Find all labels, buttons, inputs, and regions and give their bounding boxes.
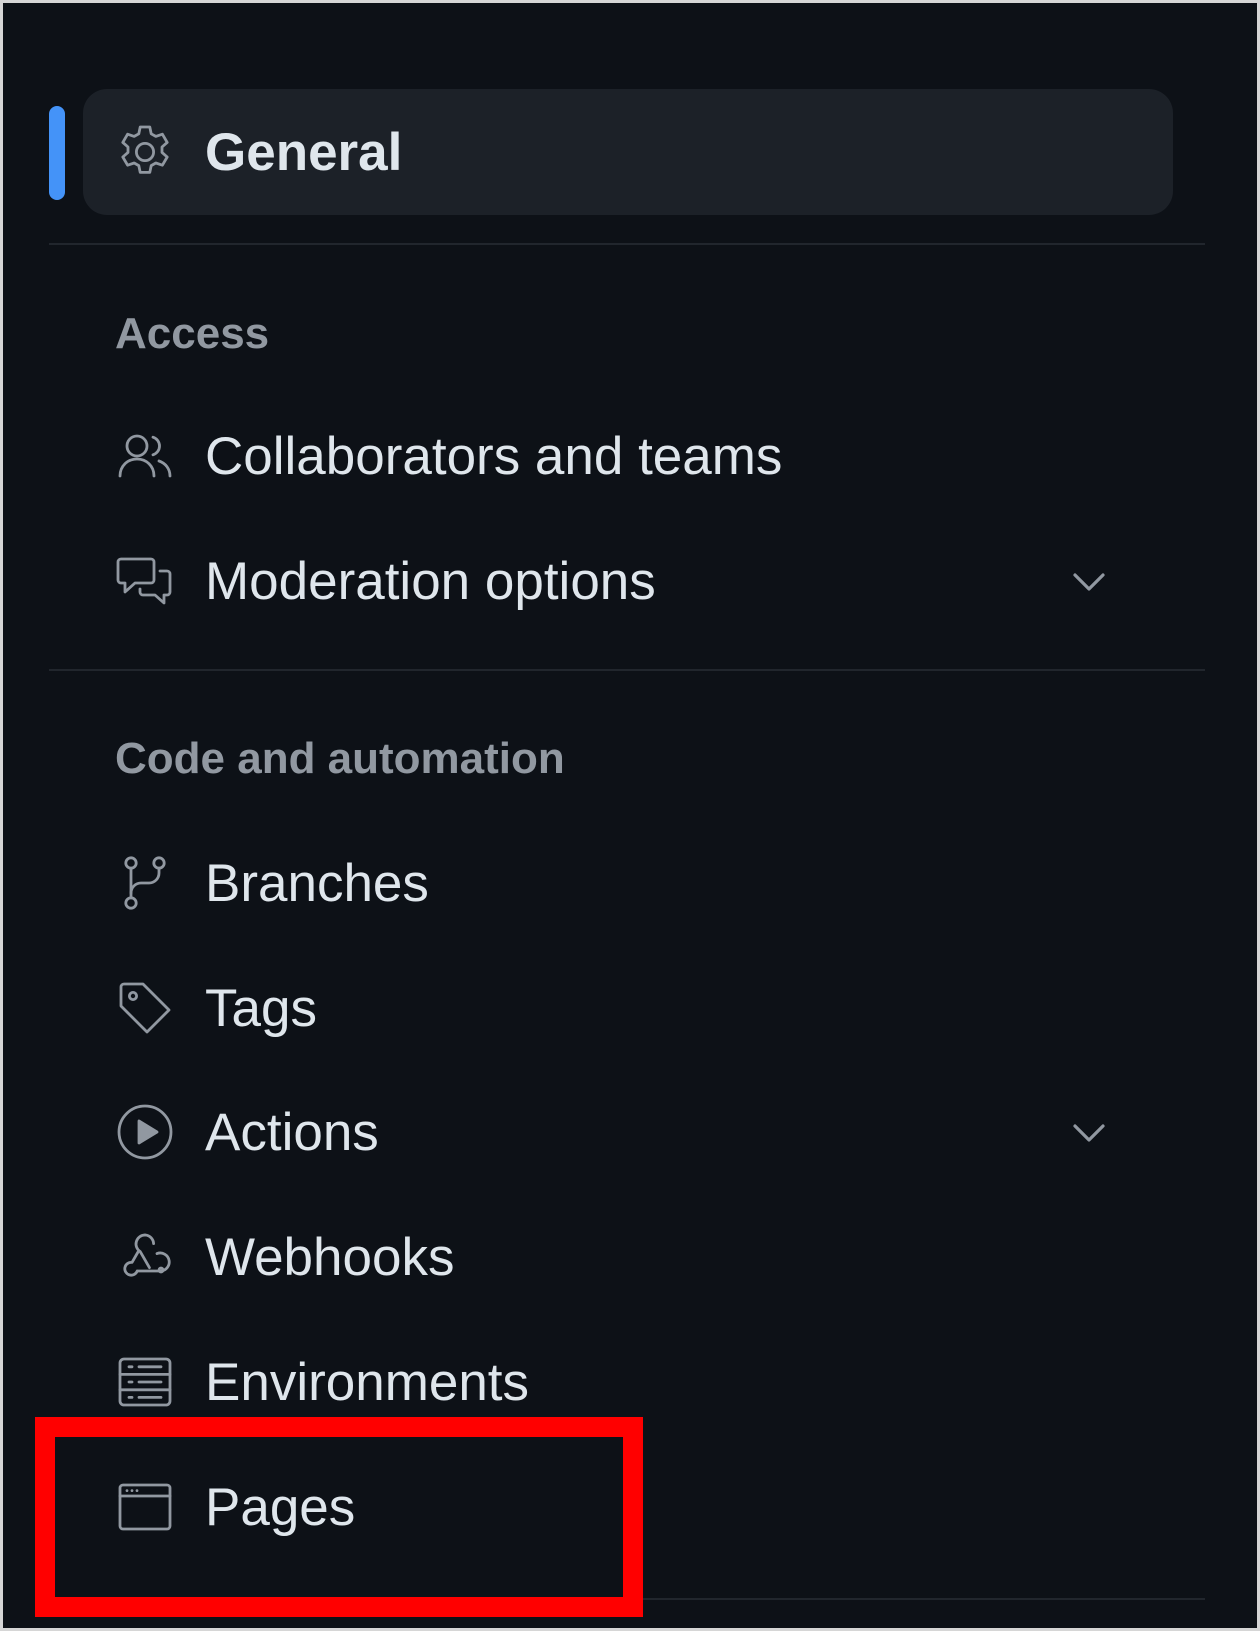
- git-branch-icon: [113, 851, 177, 915]
- sidebar-item-label: Environments: [205, 1352, 530, 1412]
- webhook-icon: [113, 1225, 177, 1289]
- chevron-down-icon[interactable]: [1065, 1108, 1113, 1156]
- sidebar-item-label: Moderation options: [205, 551, 656, 611]
- sidebar-item-label: Branches: [205, 853, 429, 913]
- sidebar-item-label: General: [205, 122, 403, 182]
- sidebar-item-label: Actions: [205, 1102, 379, 1162]
- server-icon: [113, 1350, 177, 1414]
- sidebar-item-webhooks[interactable]: Webhooks: [83, 1194, 1173, 1320]
- sidebar-item-tags[interactable]: Tags: [83, 945, 1173, 1071]
- sidebar-item-actions[interactable]: Actions: [83, 1069, 1173, 1195]
- sidebar-item-label: Collaborators and teams: [205, 426, 783, 486]
- play-icon: [113, 1100, 177, 1164]
- sidebar-item-branches[interactable]: Branches: [83, 820, 1173, 946]
- people-icon: [113, 424, 177, 488]
- section-heading-code-and-automation: Code and automation: [115, 734, 565, 783]
- section-heading-access: Access: [115, 309, 270, 358]
- divider: [49, 1598, 1205, 1600]
- sidebar-item-pages[interactable]: Pages: [83, 1444, 1173, 1570]
- chevron-down-icon[interactable]: [1065, 557, 1113, 605]
- sidebar-item-moderation-options[interactable]: Moderation options: [83, 518, 1173, 644]
- sidebar-item-label: Tags: [205, 978, 317, 1038]
- comment-discussion-icon: [113, 549, 177, 613]
- browser-icon: [113, 1475, 177, 1539]
- tag-icon: [113, 976, 177, 1040]
- divider: [49, 669, 1205, 671]
- sidebar-item-label: Webhooks: [205, 1227, 455, 1287]
- sidebar-item-environments[interactable]: Environments: [83, 1319, 1173, 1445]
- sidebar-item-general[interactable]: General: [83, 89, 1173, 215]
- sidebar-item-label: Pages: [205, 1477, 356, 1537]
- gear-icon: [113, 120, 177, 184]
- sidebar-item-collaborators[interactable]: Collaborators and teams: [83, 393, 1173, 519]
- active-item-indicator: [49, 106, 65, 200]
- settings-sidebar: General Access Collaborators and teams M…: [0, 0, 1260, 1631]
- divider: [49, 243, 1205, 245]
